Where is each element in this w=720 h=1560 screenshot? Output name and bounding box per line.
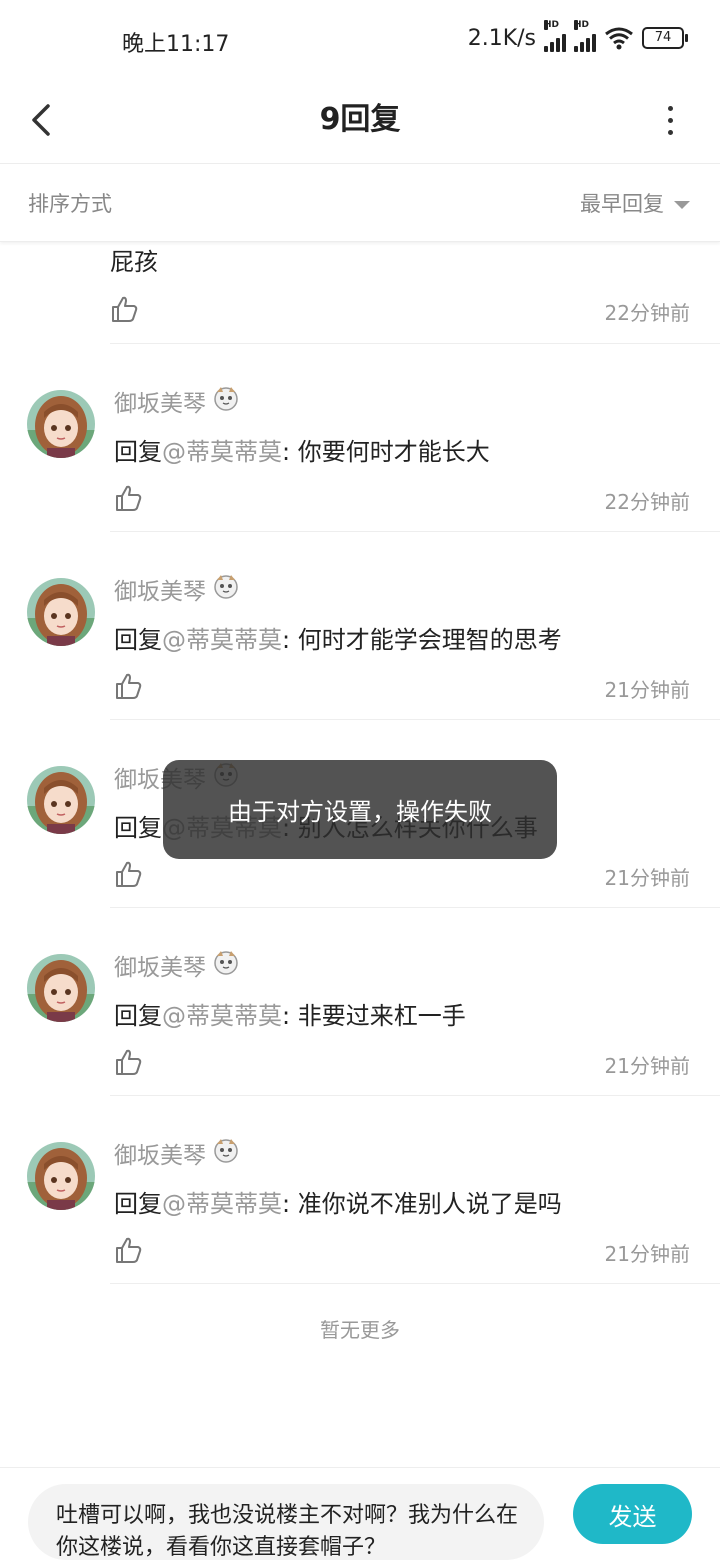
comment-text: 回复@蒂莫蒂莫: 何时才能学会理智的思考	[114, 620, 562, 655]
comment-time: 21分钟前	[604, 1054, 690, 1078]
mention-link[interactable]: @蒂莫蒂莫	[162, 1190, 282, 1218]
user-badge-icon	[212, 572, 240, 606]
divider	[110, 1283, 720, 1284]
more-options-button[interactable]	[658, 100, 682, 140]
reply-prefix: 回复	[114, 814, 162, 842]
user-badge-icon	[212, 948, 240, 982]
mention-link[interactable]: @蒂莫蒂莫	[162, 626, 282, 654]
username[interactable]: 御坂美琴	[114, 948, 206, 982]
list-item: 御坂美琴 回复@蒂莫蒂莫: 你要何时才能长大 22分钟前	[0, 344, 720, 532]
username-row: 御坂美琴	[114, 1136, 240, 1170]
mention-link[interactable]: @蒂莫蒂莫	[162, 1002, 282, 1030]
comment-text: 回复@蒂莫蒂莫: 准你说不准别人说了是吗	[114, 1184, 562, 1219]
avatar[interactable]	[27, 954, 95, 1022]
reply-prefix: 回复	[114, 1002, 162, 1030]
reply-input-text: 吐槽可以啊，我也没说楼主不对啊？我为什么在你这楼说，看看你这直接套帽子？	[56, 1503, 519, 1560]
username-row: 御坂美琴	[114, 384, 240, 418]
list-item: 御坂美琴 回复@蒂莫蒂莫: 非要过来杠一手 21分钟前	[0, 908, 720, 1096]
sort-value: 最早回复	[580, 192, 664, 216]
toast-message: 由于对方设置，操作失败	[163, 760, 557, 859]
reply-prefix: 回复	[114, 1190, 162, 1218]
thumbs-up-icon[interactable]	[114, 1048, 142, 1076]
battery-icon: 74	[642, 27, 688, 49]
username[interactable]: 御坂美琴	[114, 1136, 206, 1170]
status-right: 2.1K/s HD HD 74	[467, 20, 688, 52]
thumbs-up-icon[interactable]	[114, 484, 142, 512]
thumbs-up-icon[interactable]	[114, 860, 142, 888]
status-bar: 晚上11:17 2.1K/s HD HD 74	[0, 0, 720, 80]
comment-time: 21分钟前	[604, 1242, 690, 1266]
avatar[interactable]	[27, 390, 95, 458]
avatar[interactable]	[27, 578, 95, 646]
comment-text: 回复@蒂莫蒂莫: 非要过来杠一手	[114, 996, 466, 1031]
header: 9回复	[0, 80, 720, 164]
list-item: 屁孩 22分钟前	[0, 242, 720, 344]
sort-dropdown[interactable]: 最早回复	[580, 188, 690, 218]
signal-icon: HD	[544, 20, 566, 52]
composer-bar: 吐槽可以啊，我也没说楼主不对啊？我为什么在你这楼说，看看你这直接套帽子？ 发送	[0, 1467, 720, 1560]
reply-prefix: 回复	[114, 438, 162, 466]
comment-time: 22分钟前	[604, 490, 690, 514]
caret-down-icon	[674, 200, 690, 209]
wifi-icon	[605, 27, 633, 50]
mention-link[interactable]: @蒂莫蒂莫	[162, 438, 282, 466]
username-row: 御坂美琴	[114, 948, 240, 982]
thumbs-up-icon[interactable]	[110, 295, 138, 323]
reply-body: : 非要过来杠一手	[282, 1002, 466, 1030]
user-badge-icon	[212, 384, 240, 418]
thumbs-up-icon[interactable]	[114, 672, 142, 700]
reply-body: : 你要何时才能长大	[282, 438, 490, 466]
list-item: 御坂美琴 回复@蒂莫蒂莫: 何时才能学会理智的思考 21分钟前	[0, 532, 720, 720]
user-badge-icon	[212, 1136, 240, 1170]
reply-prefix: 回复	[114, 626, 162, 654]
network-speed: 2.1K/s	[467, 25, 536, 51]
comment-time: 22分钟前	[604, 301, 690, 325]
avatar[interactable]	[27, 1142, 95, 1210]
reply-body: : 何时才能学会理智的思考	[282, 626, 562, 654]
sort-label: 排序方式	[28, 192, 112, 216]
username[interactable]: 御坂美琴	[114, 384, 206, 418]
reply-input[interactable]: 吐槽可以啊，我也没说楼主不对啊？我为什么在你这楼说，看看你这直接套帽子？	[28, 1484, 544, 1560]
send-button[interactable]: 发送	[573, 1484, 692, 1544]
no-more-text: 暂无更多	[320, 1318, 400, 1342]
thumbs-up-icon[interactable]	[114, 1236, 142, 1264]
status-time: 晚上11:17	[122, 32, 230, 57]
page-title: 9回复	[319, 102, 401, 137]
comment-text: 回复@蒂莫蒂莫: 你要何时才能长大	[114, 432, 490, 467]
username-row: 御坂美琴	[114, 572, 240, 606]
list-item: 御坂美琴 回复@蒂莫蒂莫: 准你说不准别人说了是吗 21分钟前	[0, 1096, 720, 1284]
comment-time: 21分钟前	[604, 866, 690, 890]
username[interactable]: 御坂美琴	[114, 572, 206, 606]
reply-body: : 准你说不准别人说了是吗	[282, 1190, 562, 1218]
signal-icon-2: HD	[574, 20, 596, 52]
avatar[interactable]	[27, 766, 95, 834]
comment-time: 21分钟前	[604, 678, 690, 702]
sort-bar: 排序方式 最早回复	[0, 164, 720, 242]
comment-text: 屁孩	[110, 248, 158, 276]
